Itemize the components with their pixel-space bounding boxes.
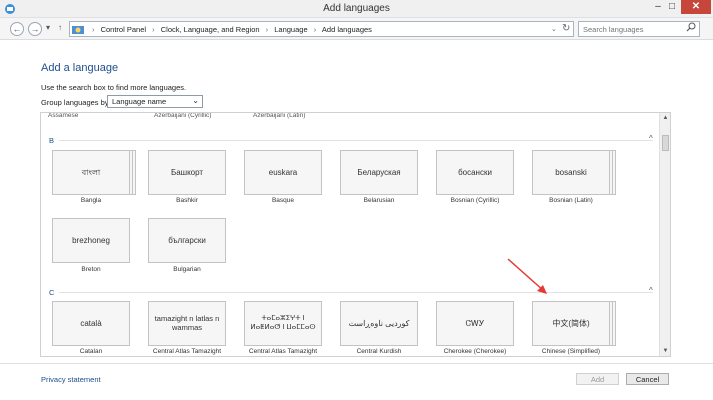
language-caption: Azerbaijani (Cyrillic) <box>154 112 212 119</box>
language-list: Assamese Azerbaijani (Cyrillic) Azerbaij… <box>40 112 671 357</box>
forward-button[interactable]: → <box>28 22 42 36</box>
tile-caption: Central Atlas Tamazight <box>152 348 222 355</box>
navigation-bar: ← → ▾ ↑ › Control Panel › Clock, Languag… <box>0 18 713 40</box>
tile-native-name: tamazight n latlas n wammas <box>154 313 220 332</box>
back-button[interactable]: ← <box>10 22 24 36</box>
tile-native-name: Башкорт <box>170 167 204 177</box>
annotation-arrow-icon <box>507 258 547 294</box>
close-button[interactable]: ✕ <box>681 0 711 14</box>
section-divider <box>59 140 653 141</box>
collapse-section-b-icon[interactable]: ^ <box>649 134 653 143</box>
language-tile-tamazight-latin[interactable]: tamazight n latlas n wammas <box>148 301 226 346</box>
section-header-b: B <box>49 136 55 145</box>
tile-native-name: bosanski <box>555 167 587 177</box>
breadcrumb-separator: › <box>313 25 317 34</box>
tile-native-name: босански <box>458 167 492 177</box>
scroll-down-arrow-icon[interactable]: ▼ <box>660 348 671 354</box>
chevron-down-icon: ⌄ <box>192 96 199 105</box>
tile-native-name: euskara <box>268 167 298 177</box>
breadcrumb-separator: › <box>152 25 155 34</box>
tile-caption: Bosnian (Latin) <box>549 197 593 204</box>
language-tile-breton[interactable]: brezhoneg <box>52 218 130 263</box>
tile-native-name: Беларуская <box>357 167 401 177</box>
tile-native-name: ⵜⴰⵎⴰⵣⵉⵖⵜ ⵏ ⵍⴰⵟⵍⴰⵚ ⵏ ⵡⴰⵎⵎⴰⵙ <box>250 315 316 331</box>
tile-caption: Catalan <box>79 348 103 355</box>
up-button[interactable]: ↑ <box>58 23 62 32</box>
tile-caption: Bangla <box>80 197 102 204</box>
maximize-button[interactable]: □ <box>665 0 679 14</box>
title-bar: Add languages – □ ✕ <box>0 0 713 18</box>
collapse-section-c-icon[interactable]: ^ <box>649 286 653 295</box>
window-title: Add languages <box>323 3 390 14</box>
vertical-scrollbar[interactable]: ▲ ▼ <box>659 113 670 356</box>
language-caption: Assamese <box>48 112 79 119</box>
tile-caption: Cherokee (Cherokee) <box>443 348 507 355</box>
instruction-text: Use the search box to find more language… <box>41 83 187 92</box>
tile-native-name: български <box>168 235 206 245</box>
language-tile-bulgarian[interactable]: български <box>148 218 226 263</box>
group-by-label: Group languages by: <box>41 98 111 107</box>
tile-native-name: 中文(简体) <box>552 318 590 328</box>
tile-caption: Breton <box>81 266 101 273</box>
group-by-select[interactable]: Language name ⌄ <box>107 95 203 108</box>
tile-caption: Belarusian <box>363 197 395 204</box>
language-tile-catalan[interactable]: català <box>52 301 130 346</box>
language-tile-chinese-simplified[interactable]: 中文(简体) <box>532 301 610 346</box>
refresh-icon[interactable]: ↻ <box>562 23 570 34</box>
page-title: Add a language <box>41 62 119 74</box>
tile-native-name: کوردیی ناوەڕاست <box>348 318 410 328</box>
breadcrumb-control-panel[interactable]: Control Panel <box>101 25 146 34</box>
section-divider <box>59 292 653 293</box>
recent-locations-icon[interactable]: ▾ <box>46 23 50 32</box>
language-tile-belarusian[interactable]: Беларуская <box>340 150 418 195</box>
language-tile-basque[interactable]: euskara <box>244 150 322 195</box>
tile-native-name: català <box>80 318 102 328</box>
scroll-up-arrow-icon[interactable]: ▲ <box>660 115 671 121</box>
control-panel-icon <box>72 26 84 34</box>
breadcrumb-separator: › <box>265 25 269 34</box>
language-tile-central-kurdish[interactable]: کوردیی ناوەڕاست <box>340 301 418 346</box>
breadcrumb-clock-language-region[interactable]: Clock, Language, and Region <box>161 25 260 34</box>
language-tile-bosnian-cyrillic[interactable]: босански <box>436 150 514 195</box>
cancel-button[interactable]: Cancel <box>626 373 669 385</box>
breadcrumb: › Control Panel › Clock, Language, and R… <box>92 25 372 34</box>
language-tile-bangla[interactable]: বাংলা <box>52 150 130 195</box>
search-input[interactable] <box>578 21 700 37</box>
tile-caption: Basque <box>271 197 295 204</box>
breadcrumb-language[interactable]: Language <box>274 25 307 34</box>
breadcrumb-separator: › <box>92 25 95 34</box>
tile-caption: Chinese (Simplified) <box>541 348 601 355</box>
tile-caption: Bosnian (Cyrillic) <box>450 197 500 204</box>
footer-divider <box>0 363 713 364</box>
add-button[interactable]: Add <box>576 373 619 385</box>
language-tile-bosnian-latin[interactable]: bosanski <box>532 150 610 195</box>
tile-native-name: বাংলা <box>81 167 101 177</box>
tile-native-name: brezhoneg <box>72 235 110 245</box>
tile-caption: Central Kurdish <box>356 348 402 355</box>
tile-caption: Bulgarian <box>173 266 201 273</box>
language-caption: Azerbaijani (Latin) <box>253 112 306 119</box>
tile-caption: Central Atlas Tamazight <box>248 348 318 355</box>
language-tile-cherokee[interactable]: ᏣᎳᎩ <box>436 301 514 346</box>
search-icon[interactable] <box>686 22 696 32</box>
language-tile-tamazight-tifinagh[interactable]: ⵜⴰⵎⴰⵣⵉⵖⵜ ⵏ ⵍⴰⵟⵍⴰⵚ ⵏ ⵡⴰⵎⵎⴰⵙ <box>244 301 322 346</box>
section-header-c: C <box>49 288 55 297</box>
group-by-value: Language name <box>112 97 167 106</box>
language-tile-bashkir[interactable]: Башкорт <box>148 150 226 195</box>
breadcrumb-add-languages[interactable]: Add languages <box>322 25 372 34</box>
tile-native-name: ᏣᎳᎩ <box>465 318 485 328</box>
tile-caption: Bashkir <box>176 197 198 204</box>
minimize-button[interactable]: – <box>651 0 665 14</box>
privacy-statement-link[interactable]: Privacy statement <box>41 375 101 384</box>
address-bar[interactable]: › Control Panel › Clock, Language, and R… <box>69 21 574 37</box>
address-dropdown-icon[interactable]: ⌄ <box>551 25 557 33</box>
scroll-thumb[interactable] <box>662 135 669 151</box>
